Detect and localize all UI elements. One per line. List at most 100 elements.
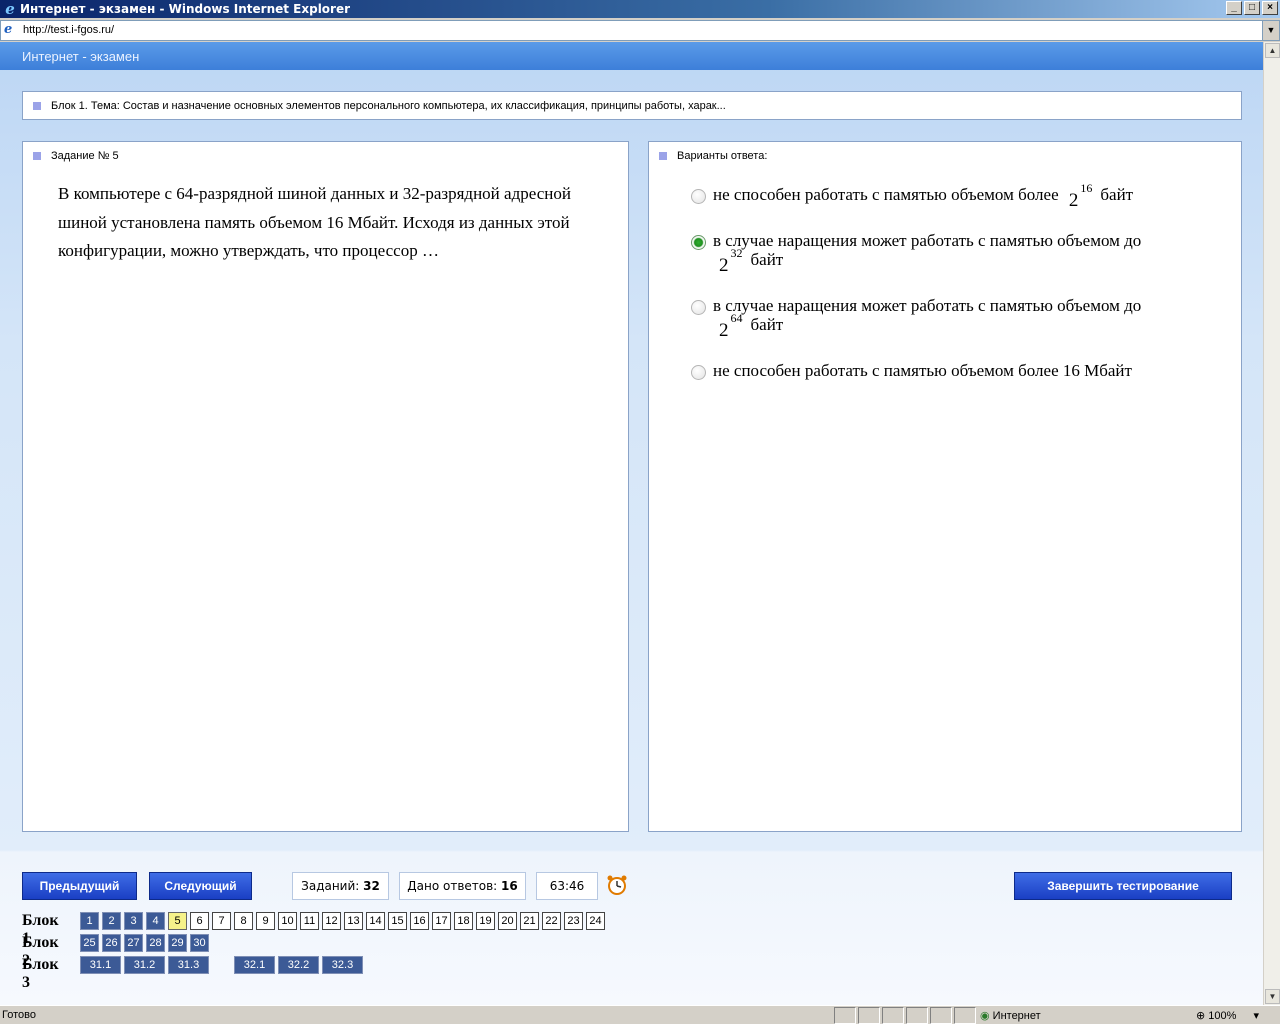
question-number-button[interactable]: 7 bbox=[212, 912, 231, 930]
answer-unit: байт bbox=[750, 250, 784, 269]
answer-text: в случае наращения может работать с памя… bbox=[713, 296, 1193, 340]
question-number-button[interactable]: 11 bbox=[300, 912, 319, 930]
question-number-button[interactable]: 26 bbox=[102, 934, 121, 952]
block-title-bar: Блок 1. Тема: Состав и назначение основн… bbox=[22, 91, 1242, 120]
question-number-button[interactable]: 31.2 bbox=[124, 956, 165, 974]
power-expression: 232 bbox=[719, 246, 743, 276]
finish-test-button[interactable]: Завершить тестирование bbox=[1014, 872, 1232, 900]
question-number-button[interactable]: 25 bbox=[80, 934, 99, 952]
window-titlebar: e Интернет - экзамен - Windows Internet … bbox=[0, 0, 1280, 18]
block-label: Блок 3 bbox=[22, 956, 59, 991]
question-number-button[interactable]: 22 bbox=[542, 912, 561, 930]
question-number-button[interactable]: 27 bbox=[124, 934, 143, 952]
zone-label: Интернет bbox=[992, 1010, 1041, 1022]
question-number-button[interactable]: 17 bbox=[432, 912, 451, 930]
question-number-button[interactable]: 15 bbox=[388, 912, 407, 930]
question-number-button[interactable]: 31.3 bbox=[168, 956, 209, 974]
status-cell bbox=[906, 1007, 928, 1024]
page-content: Интернет - экзамен Блок 1. Тема: Состав … bbox=[0, 42, 1263, 1005]
answered-count-label: Дано ответов: bbox=[407, 879, 498, 893]
question-number-button[interactable]: 29 bbox=[168, 934, 187, 952]
answer-radio[interactable] bbox=[691, 189, 706, 204]
question-number-button[interactable]: 3 bbox=[124, 912, 143, 930]
tasks-count-value: 32 bbox=[363, 879, 380, 893]
bullet-square-icon bbox=[659, 152, 667, 160]
answers-heading: Варианты ответа: bbox=[677, 150, 768, 162]
question-number-button[interactable]: 21 bbox=[520, 912, 539, 930]
question-number-button[interactable]: 16 bbox=[410, 912, 429, 930]
answer-unit: байт bbox=[750, 315, 784, 334]
question-number-button[interactable]: 9 bbox=[256, 912, 275, 930]
answer-radio[interactable] bbox=[691, 300, 706, 315]
question-number-button[interactable]: 4 bbox=[146, 912, 165, 930]
previous-button[interactable]: Предыдущий bbox=[22, 872, 137, 900]
zoom-dropdown-icon[interactable]: ▾ bbox=[1253, 1010, 1259, 1022]
question-number-button[interactable]: 5 bbox=[168, 912, 187, 930]
vertical-scrollbar[interactable]: ▲ ▼ bbox=[1263, 42, 1280, 1005]
question-number-button[interactable]: 28 bbox=[146, 934, 165, 952]
question-number-button[interactable]: 20 bbox=[498, 912, 517, 930]
answers-panel: Варианты ответа: не способен работать с … bbox=[648, 141, 1242, 832]
protected-mode-icon[interactable] bbox=[954, 1007, 976, 1024]
answer-text: в случае наращения может работать с памя… bbox=[713, 231, 1193, 275]
answered-count-value: 16 bbox=[501, 879, 518, 893]
answer-text-main: не способен работать с памятью объемом б… bbox=[713, 185, 1059, 204]
power-exponent: 16 bbox=[1080, 181, 1093, 195]
maximize-button[interactable]: □ bbox=[1244, 1, 1260, 15]
power-exponent: 32 bbox=[730, 246, 743, 260]
question-number-button[interactable]: 19 bbox=[476, 912, 495, 930]
question-number-button[interactable]: 31.1 bbox=[80, 956, 121, 974]
address-dropdown-icon[interactable]: ▼ bbox=[1262, 21, 1279, 40]
scroll-down-icon[interactable]: ▼ bbox=[1265, 989, 1280, 1004]
answer-text-main: в случае наращения может работать с памя… bbox=[713, 296, 1142, 315]
question-number-button[interactable]: 10 bbox=[278, 912, 297, 930]
power-base: 2 bbox=[719, 255, 729, 276]
bullet-square-icon bbox=[33, 102, 41, 110]
status-text: Готово bbox=[2, 1009, 36, 1021]
ie-logo-icon: e bbox=[5, 0, 15, 18]
question-number-button[interactable]: 32.3 bbox=[322, 956, 363, 974]
answer-text: не способен работать с памятью объемом б… bbox=[713, 361, 1193, 380]
app-title: Интернет - экзамен bbox=[22, 49, 140, 64]
question-number-button[interactable]: 12 bbox=[322, 912, 341, 930]
bullet-square-icon bbox=[33, 152, 41, 160]
zoom-value: 100% bbox=[1208, 1010, 1237, 1022]
answer-radio[interactable] bbox=[691, 235, 706, 250]
close-button[interactable]: × bbox=[1262, 1, 1278, 15]
zoom-icon: ⊕ bbox=[1196, 1010, 1206, 1022]
question-number-button[interactable]: 24 bbox=[586, 912, 605, 930]
question-number-button[interactable]: 13 bbox=[344, 912, 363, 930]
question-number-button[interactable]: 30 bbox=[190, 934, 209, 952]
answered-count-box: Дано ответов: 16 bbox=[399, 872, 526, 900]
scroll-up-icon[interactable]: ▲ bbox=[1265, 43, 1280, 58]
power-exponent: 64 bbox=[730, 311, 743, 325]
block-title: Блок 1. Тема: Состав и назначение основн… bbox=[51, 100, 726, 112]
window-title: Интернет - экзамен - Windows Internet Ex… bbox=[20, 2, 351, 16]
question-number-button[interactable]: 6 bbox=[190, 912, 209, 930]
power-base: 2 bbox=[719, 320, 729, 341]
question-number-button[interactable]: 32.2 bbox=[278, 956, 319, 974]
question-number-button[interactable]: 23 bbox=[564, 912, 583, 930]
minimize-button[interactable]: _ bbox=[1226, 1, 1242, 15]
answer-text-main: не способен работать с памятью объемом б… bbox=[713, 361, 1132, 380]
question-number-button[interactable]: 1 bbox=[80, 912, 99, 930]
status-cell bbox=[858, 1007, 880, 1024]
security-zone: ◉ Интернет bbox=[980, 1009, 1041, 1022]
answer-text: не способен работать с памятью объемом б… bbox=[713, 181, 1193, 210]
answer-radio[interactable] bbox=[691, 365, 706, 380]
question-number-button[interactable]: 14 bbox=[366, 912, 385, 930]
next-button[interactable]: Следующий bbox=[149, 872, 252, 900]
status-cell bbox=[834, 1007, 856, 1024]
question-number-button[interactable]: 8 bbox=[234, 912, 253, 930]
power-expression: 216 bbox=[1068, 181, 1093, 211]
power-expression: 264 bbox=[719, 311, 743, 341]
question-text: В компьютере с 64-разрядной шиной данных… bbox=[58, 184, 571, 260]
question-number-button[interactable]: 2 bbox=[102, 912, 121, 930]
zoom-control[interactable]: ⊕ 100% ▾ bbox=[1196, 1009, 1259, 1022]
address-url[interactable]: http://test.i-fgos.ru/ bbox=[23, 24, 114, 36]
power-base: 2 bbox=[1068, 190, 1079, 211]
address-bar[interactable]: e http://test.i-fgos.ru/ ▼ bbox=[0, 20, 1280, 41]
question-number-button[interactable]: 18 bbox=[454, 912, 473, 930]
question-number-button[interactable]: 32.1 bbox=[234, 956, 275, 974]
status-cell bbox=[930, 1007, 952, 1024]
